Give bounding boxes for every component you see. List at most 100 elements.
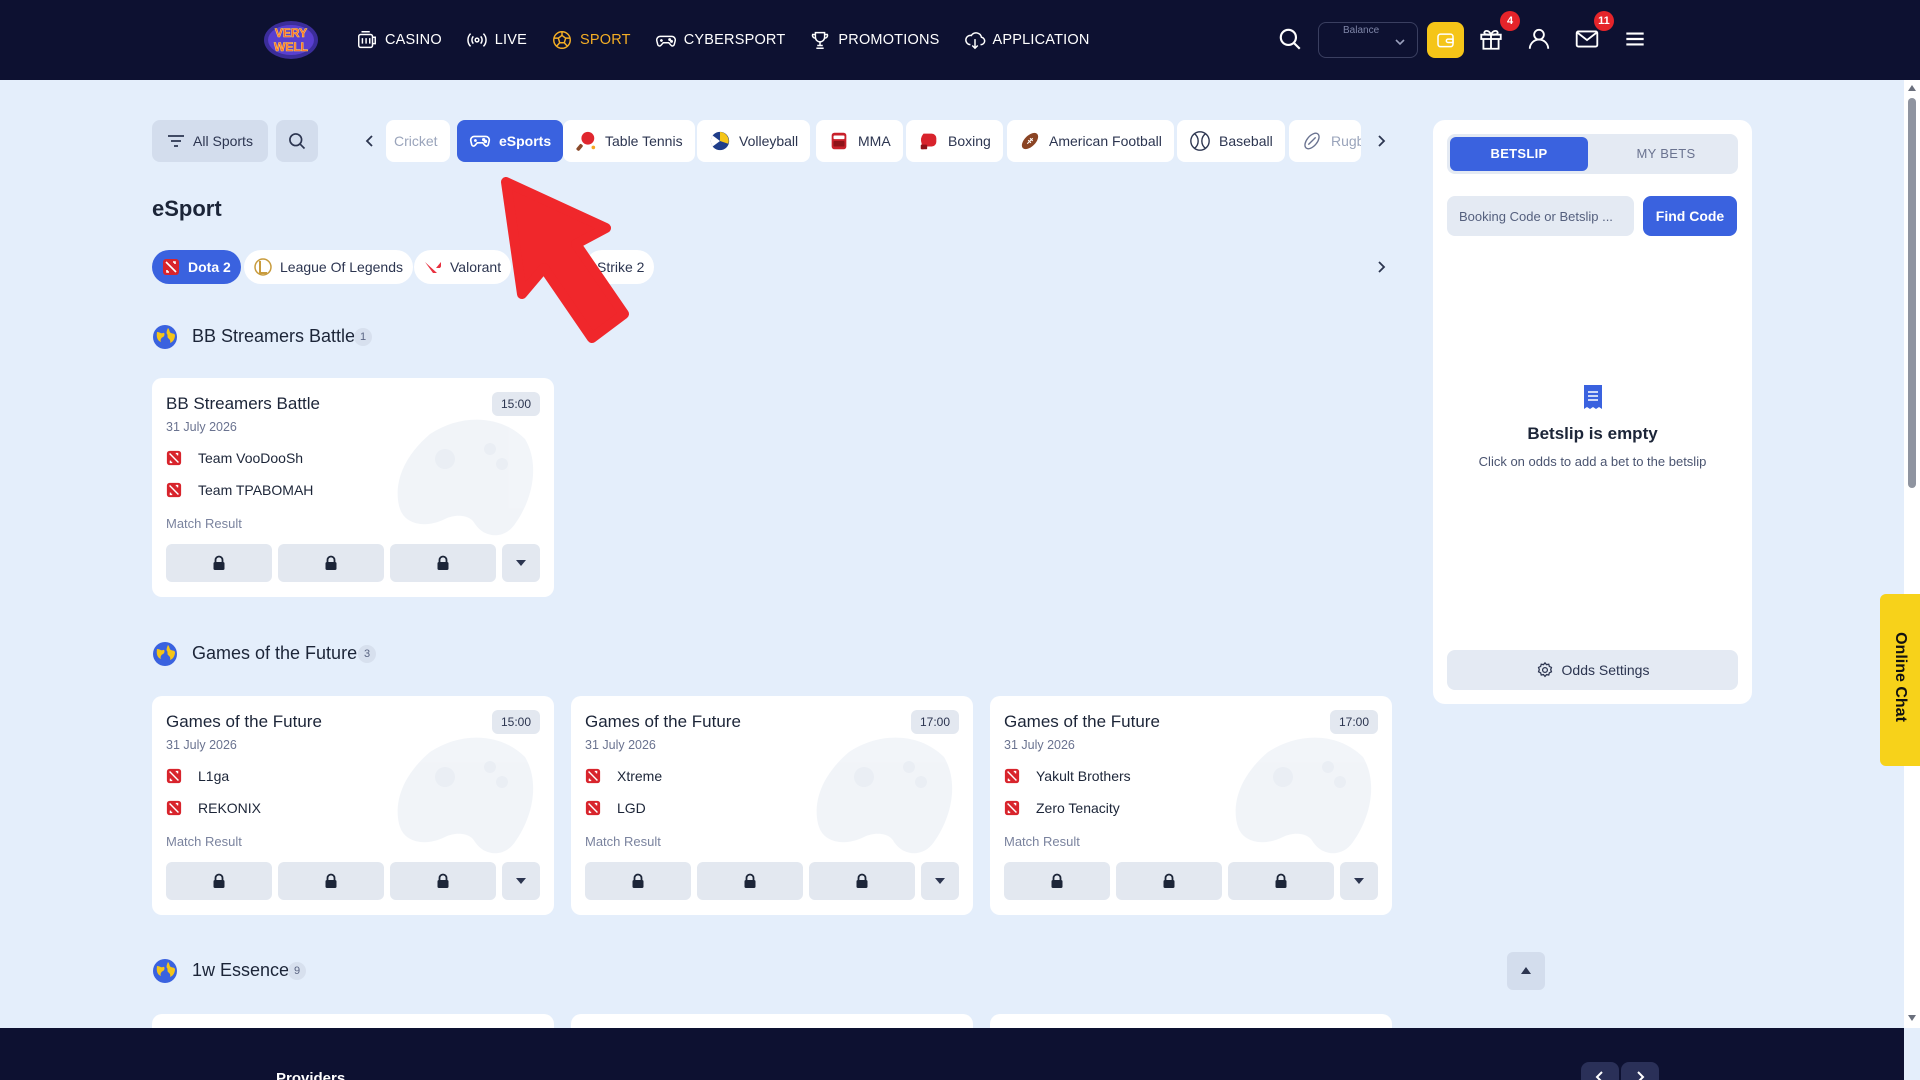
- nav-sport[interactable]: SPORT: [551, 29, 631, 51]
- scroll-down-icon[interactable]: [1907, 1014, 1917, 1022]
- user-icon[interactable]: [1526, 26, 1552, 52]
- sports-search-button[interactable]: [276, 120, 318, 162]
- sport-chip-esports[interactable]: eSports: [457, 120, 564, 162]
- nav-live[interactable]: LIVE: [466, 29, 527, 51]
- league-header[interactable]: Games of the Future 3: [152, 635, 1545, 673]
- boxing-glove-icon: [920, 133, 937, 150]
- sport-chip-rugby[interactable]: Rugb: [1289, 120, 1361, 162]
- sport-chip-label: Cricket: [394, 133, 438, 149]
- more-markets-button[interactable]: [502, 862, 540, 900]
- sport-chip-label: Rugb: [1331, 133, 1361, 149]
- match-card[interactable]: Games of the Future 17:00 31 July 2026 Y…: [990, 696, 1392, 915]
- odds-settings-button[interactable]: Odds Settings: [1447, 650, 1738, 690]
- providers-next-button[interactable]: [1621, 1062, 1659, 1080]
- dota-2-icon: [1004, 768, 1020, 784]
- sport-chip-boxing[interactable]: Boxing: [906, 120, 1003, 162]
- hamburger-menu-icon[interactable]: [1622, 26, 1648, 52]
- volleyball-icon: [710, 131, 730, 151]
- search-icon[interactable]: [1277, 26, 1303, 52]
- scroll-up-icon[interactable]: [1907, 84, 1917, 92]
- match-card[interactable]: [990, 1014, 1392, 1028]
- mail-icon[interactable]: [1574, 26, 1600, 52]
- nav-promotions[interactable]: PROMOTIONS: [809, 29, 939, 51]
- all-sports-button[interactable]: All Sports: [152, 120, 268, 162]
- more-markets-button[interactable]: [1340, 862, 1378, 900]
- lock-icon: [1163, 873, 1175, 888]
- nav-application[interactable]: APPLICATION: [964, 29, 1090, 51]
- market-name: Match Result: [1004, 834, 1080, 849]
- odds-button-locked[interactable]: [809, 862, 915, 900]
- odds-button-locked[interactable]: [166, 544, 272, 582]
- league-name: Games of the Future: [192, 643, 358, 663]
- match-title: Games of the Future: [166, 712, 322, 731]
- dota-2-icon: [166, 768, 182, 784]
- nav-casino[interactable]: CASINO: [356, 29, 442, 51]
- mma-icon: [831, 132, 847, 150]
- sport-chip-table-tennis[interactable]: Table Tennis: [563, 120, 695, 162]
- match-date: 31 July 2026: [166, 738, 237, 752]
- online-chat-tab[interactable]: Online Chat: [1880, 594, 1920, 766]
- odds-button-locked[interactable]: [1228, 862, 1334, 900]
- sport-chip-volleyball[interactable]: Volleyball: [697, 120, 811, 162]
- odds-button-locked[interactable]: [390, 862, 496, 900]
- lock-icon: [325, 555, 337, 570]
- odds-button-locked[interactable]: [390, 544, 496, 582]
- gift-icon[interactable]: [1478, 26, 1504, 52]
- category-chip-league-of-legends[interactable]: League Of Legends: [244, 250, 413, 284]
- balance-selector[interactable]: Balance: [1318, 22, 1418, 58]
- match-card[interactable]: Games of the Future 17:00 31 July 2026 X…: [571, 696, 973, 915]
- casino-icon: [358, 31, 376, 49]
- globe-icon: [153, 325, 177, 349]
- very-well-logo[interactable]: VERY WELL: [262, 18, 320, 62]
- gamepad-icon: [469, 135, 491, 147]
- odds-button-locked[interactable]: [278, 544, 384, 582]
- league-header[interactable]: 1w Essence 9: [152, 952, 1545, 990]
- categories-scroll-right-icon[interactable]: [1372, 258, 1390, 276]
- odds-button-locked[interactable]: [1116, 862, 1222, 900]
- american-football-icon: [1021, 132, 1039, 150]
- team-name: Team VooDooSh: [198, 450, 304, 466]
- collapse-league-button[interactable]: [1507, 952, 1545, 990]
- odds-button-locked[interactable]: [278, 862, 384, 900]
- more-markets-button[interactable]: [921, 862, 959, 900]
- tab-my-bets[interactable]: MY BETS: [1597, 137, 1735, 171]
- odds-button-locked[interactable]: [697, 862, 803, 900]
- valorant-icon: [425, 262, 441, 273]
- match-card[interactable]: [152, 1014, 554, 1028]
- providers-prev-button[interactable]: [1581, 1062, 1619, 1080]
- match-title: Games of the Future: [585, 712, 741, 731]
- lock-icon: [1275, 873, 1287, 888]
- wallet-button[interactable]: [1427, 22, 1464, 58]
- match-card[interactable]: Games of the Future 15:00 31 July 2026 L…: [152, 696, 554, 915]
- odds-button-locked[interactable]: [585, 862, 691, 900]
- gamepad-icon: [655, 35, 676, 47]
- sports-scroll-right-icon[interactable]: [1372, 132, 1390, 150]
- find-code-button[interactable]: Find Code: [1643, 196, 1737, 236]
- match-card[interactable]: BB Streamers Battle 15:00 31 July 2026 T…: [152, 378, 554, 597]
- nav-cybersport[interactable]: CYBERSPORT: [655, 29, 786, 51]
- sport-chip-mma[interactable]: MMA: [816, 120, 903, 162]
- team-name: Xtreme: [617, 768, 663, 784]
- scrollbar-thumb[interactable]: [1908, 98, 1916, 488]
- nav-sport-label: SPORT: [580, 32, 631, 48]
- tab-betslip[interactable]: BETSLIP: [1450, 137, 1588, 171]
- search-icon: [289, 133, 306, 150]
- booking-code-input[interactable]: [1447, 196, 1634, 236]
- lock-icon: [213, 555, 225, 570]
- wallet-icon: [1437, 33, 1454, 48]
- league-header[interactable]: BB Streamers Battle 1: [152, 318, 1545, 356]
- sport-chip-american-football[interactable]: American Football: [1007, 120, 1174, 162]
- match-card[interactable]: [571, 1014, 973, 1028]
- filter-icon: [168, 135, 185, 147]
- team-row: REKONIX: [166, 800, 261, 816]
- odds-button-locked[interactable]: [1004, 862, 1110, 900]
- sport-chip-cricket[interactable]: Cricket: [386, 120, 450, 162]
- live-icon: [467, 33, 487, 47]
- more-markets-button[interactable]: [502, 544, 540, 582]
- category-chip-dota-2[interactable]: Dota 2: [152, 250, 241, 284]
- odds-button-locked[interactable]: [166, 862, 272, 900]
- sports-scroll-left-icon[interactable]: [361, 132, 379, 150]
- sport-chip-baseball[interactable]: Baseball: [1177, 120, 1285, 162]
- svg-text:VERY: VERY: [275, 26, 307, 40]
- dota-2-icon: [163, 259, 179, 275]
